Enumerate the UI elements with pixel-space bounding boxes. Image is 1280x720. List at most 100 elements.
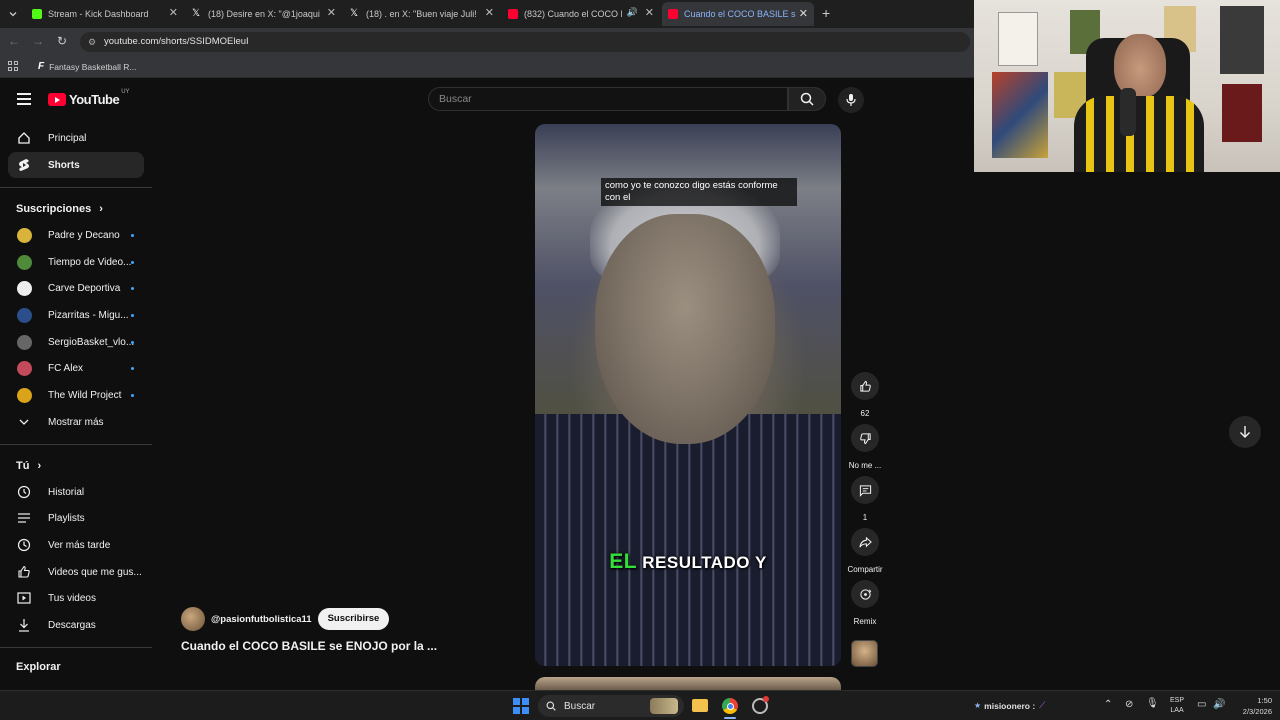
next-short-preview[interactable] (535, 677, 841, 690)
tab-close-icon[interactable]: ✕ (645, 6, 654, 19)
purple-emote-icon: ⟋ (1039, 700, 1046, 710)
thumbs-down-icon (851, 424, 879, 452)
subscription-label: FC Alex (48, 362, 84, 374)
sound-thumbnail[interactable] (851, 640, 878, 667)
language-bottom: LAA (1170, 707, 1184, 714)
apps-grid-icon[interactable] (8, 61, 18, 71)
tab-x-buen-viaje[interactable]: 𝕏 (18) . en X: "Buen viaje Juli! htt ✕ (346, 4, 494, 24)
clock[interactable]: 1:50 2/3/2026 (1232, 695, 1272, 717)
new-content-dot (131, 393, 134, 397)
tab-x-desire[interactable]: 𝕏 (18) Desire en X: "@1joaquinm ✕ (188, 4, 336, 24)
history-icon (16, 484, 32, 500)
remix-icon (851, 580, 879, 608)
chrome-icon[interactable] (722, 698, 738, 714)
language-indicator[interactable]: ESP LAA (1170, 696, 1184, 716)
you-header[interactable]: Tú › (16, 460, 41, 472)
search-button[interactable] (788, 87, 826, 111)
sidebar-item-historial[interactable]: Historial (8, 479, 144, 505)
sidebar-item-principal[interactable]: Principal (8, 125, 144, 151)
subscription-label: SergioBasket_vlo... (48, 336, 135, 348)
speaker-icon[interactable]: 🔊 (627, 7, 638, 18)
network-muted-icon[interactable]: ⊘ (1125, 699, 1133, 710)
subscribe-button[interactable]: Suscribirse (317, 608, 390, 630)
show-more-button[interactable]: Mostrar más (8, 409, 144, 435)
search-input[interactable]: Buscar (428, 87, 788, 111)
menu-icon[interactable] (17, 93, 31, 105)
new-content-dot (131, 286, 134, 290)
sidebar-item-shorts[interactable]: Shorts (8, 152, 144, 178)
subscription-item[interactable]: SergioBasket_vlo... (8, 329, 144, 355)
file-explorer-icon[interactable] (692, 699, 708, 712)
subscription-item[interactable]: Carve Deportiva (8, 275, 144, 301)
clock-time: 1:50 (1257, 696, 1272, 705)
kick-notification[interactable]: ★ misioonero : ⟋ (974, 700, 1045, 711)
channel-avatar (16, 360, 32, 376)
sidebar-item-watch-later[interactable]: Ver más tarde (8, 532, 144, 558)
kick-icon (32, 9, 42, 19)
subscription-item[interactable]: FC Alex (8, 355, 144, 381)
fantasy-f-icon: F (38, 61, 45, 72)
subscription-label: Pizarritas - Migu... (48, 309, 129, 321)
arrow-down-icon (1240, 426, 1250, 438)
subscription-item[interactable]: Padre y Decano (8, 222, 144, 248)
share-button[interactable]: Compartir (847, 528, 883, 574)
subscription-item[interactable]: Pizarritas - Migu... (8, 302, 144, 328)
voice-search-button[interactable] (838, 87, 864, 113)
shorts-icon (16, 157, 32, 173)
chevron-up-icon[interactable]: ⌃ (1104, 699, 1112, 710)
poster-red (1222, 84, 1262, 142)
subscriptions-header[interactable]: Suscripciones › (16, 203, 103, 215)
sidebar-item-liked-videos[interactable]: Videos que me gus... (8, 559, 144, 585)
tab-youtube-active[interactable]: Cuando el COCO BASILE se ENO ✕ (662, 2, 814, 26)
channel-avatar[interactable] (181, 607, 205, 631)
sidebar-divider (0, 647, 152, 648)
subtitle-highlight: EL (609, 550, 638, 573)
video-face (595, 214, 775, 444)
tab-close-icon[interactable]: ✕ (799, 7, 808, 20)
new-tab-button[interactable]: + (822, 5, 830, 21)
windows-start-icon[interactable] (513, 698, 529, 714)
youtube-logo[interactable]: YouTube UY (48, 89, 130, 107)
reload-icon[interactable]: ↻ (57, 34, 67, 48)
language-top: ESP (1170, 697, 1185, 704)
dislike-button[interactable]: No me ... (849, 424, 881, 470)
next-short-button[interactable] (1229, 416, 1261, 448)
short-video-player[interactable]: como yo te conozco digo estás conforme c… (535, 124, 841, 666)
tab-close-icon[interactable]: ✕ (485, 6, 494, 19)
tab-close-icon[interactable]: ✕ (327, 6, 336, 19)
taskbar-search[interactable]: Buscar (538, 695, 684, 717)
display-icon[interactable]: ▭ (1197, 699, 1206, 710)
back-icon[interactable]: ← (8, 34, 20, 48)
like-button[interactable]: 62 (850, 372, 880, 418)
tab-youtube-832[interactable]: (832) Cuando el COCO BAS 🔊 ✕ (504, 4, 654, 24)
comments-button[interactable]: 1 (850, 476, 880, 522)
remix-button[interactable]: Remix (850, 580, 880, 626)
channel-avatar (16, 254, 32, 270)
short-title[interactable]: Cuando el COCO BASILE se ENOJO por la ..… (181, 639, 437, 653)
channel-handle[interactable]: @pasionfutbolistica11 (211, 614, 312, 625)
sidebar-item-your-videos[interactable]: Tus videos (8, 585, 144, 611)
sidebar-item-playlists[interactable]: Playlists (8, 505, 144, 531)
comment-count: 1 (862, 513, 868, 522)
bookmark-fantasy-basketball[interactable]: F Fantasy Basketball R... (38, 61, 137, 72)
tab-search-icon[interactable] (6, 7, 20, 21)
show-more-label: Mostrar más (48, 416, 104, 428)
sidebar-item-label: Descargas (48, 619, 96, 631)
tab-kick-dashboard[interactable]: Stream - Kick Dashboard ✕ (28, 4, 178, 24)
volume-icon[interactable]: 🔊 (1213, 699, 1225, 710)
subscription-item[interactable]: The Wild Project (8, 382, 144, 408)
like-count: 62 (860, 409, 870, 418)
subscription-item[interactable]: Tiempo de Video... (8, 249, 144, 275)
sidebar-item-label: Shorts (48, 159, 80, 171)
url-text: youtube.com/shorts/SSIDMOEleuI (104, 36, 249, 47)
address-bar[interactable]: ⚙ youtube.com/shorts/SSIDMOEleuI (80, 32, 970, 52)
site-info-icon[interactable]: ⚙ (88, 32, 96, 52)
microphone-icon[interactable]: 🎙 (1146, 698, 1159, 709)
channel-avatar (16, 334, 32, 350)
tab-close-icon[interactable]: ✕ (169, 6, 178, 19)
new-content-dot (131, 260, 134, 264)
forward-icon[interactable]: → (32, 34, 44, 48)
chevron-right-icon: › (37, 460, 42, 472)
clock-date: 2/3/2026 (1242, 707, 1272, 716)
sidebar-item-downloads[interactable]: Descargas (8, 612, 144, 638)
